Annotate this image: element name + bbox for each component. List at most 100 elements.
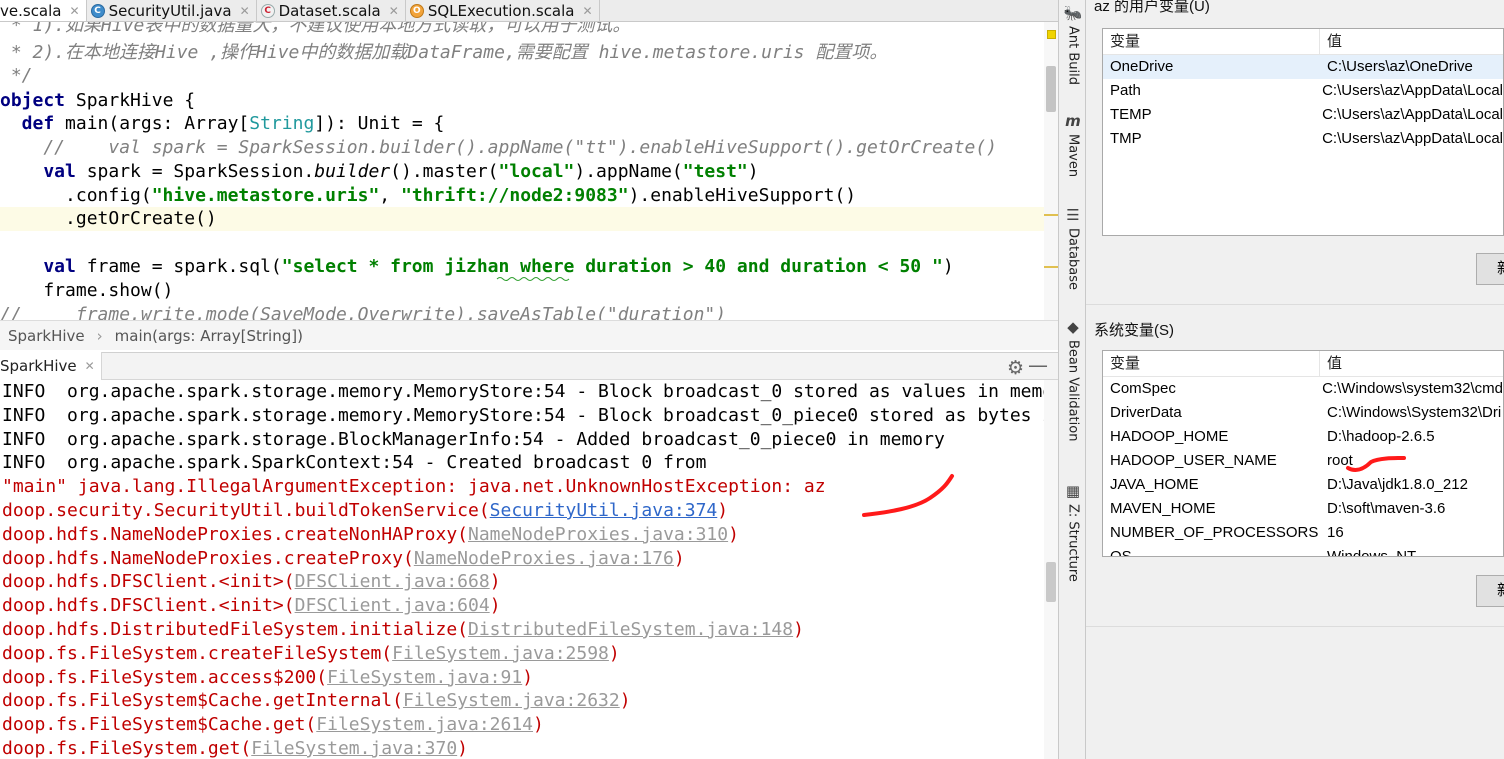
source-link[interactable]: NameNodeProxies.java:310 xyxy=(468,524,728,545)
close-icon[interactable]: ✕ xyxy=(70,4,80,18)
breadcrumb: SparkHive › main(args: Array[String]) xyxy=(0,320,1058,350)
env-var-row[interactable]: ComSpec C:\Windows\system32\cmd xyxy=(1103,377,1503,401)
chevron-right-icon: › xyxy=(96,326,103,345)
tool-bean-validation[interactable]: ◆ Bean Validation xyxy=(1059,318,1087,441)
tab-label: SQLExecution.scala xyxy=(427,1,575,20)
stack-method: doop.hdfs.NameNodeProxies.createProxy( xyxy=(2,547,414,569)
stack-paren: ) xyxy=(608,642,620,664)
tool-label: Database xyxy=(1065,228,1081,291)
code-editor[interactable]: * 1).如果Hive表中的数据量大，不建议使用本地方式读取，可以用于测试。 *… xyxy=(0,22,1044,320)
env-var-value: C:\Windows\system32\cmd xyxy=(1322,380,1503,397)
new-user-var-button[interactable]: 新 xyxy=(1476,253,1504,285)
tab-dataset-scala[interactable]: C Dataset.scala ✕ xyxy=(257,0,406,21)
source-link[interactable]: DFSClient.java:668 xyxy=(295,571,490,592)
warning-marker[interactable] xyxy=(1047,30,1056,39)
env-var-name: ComSpec xyxy=(1110,380,1176,397)
column-header-variable[interactable]: 变量 xyxy=(1103,29,1320,54)
run-tab-label: SparkHive xyxy=(0,357,77,375)
new-system-var-button[interactable]: 新 xyxy=(1476,575,1504,607)
env-var-name: MAVEN_HOME xyxy=(1110,500,1216,517)
java-class-icon: C xyxy=(90,3,105,18)
tool-structure[interactable]: ▦ Z: Structure xyxy=(1059,482,1087,582)
column-header-value[interactable]: 值 xyxy=(1320,351,1342,376)
env-var-name: OneDrive xyxy=(1110,58,1174,75)
stack-method: doop.hdfs.DFSClient.<init>( xyxy=(2,595,295,617)
maven-icon: m xyxy=(1065,112,1081,130)
source-link[interactable]: FileSystem.java:2632 xyxy=(403,690,620,711)
code-text: ).enableHiveSupport() xyxy=(628,185,857,206)
close-icon[interactable]: ✕ xyxy=(240,4,250,18)
close-icon[interactable]: ✕ xyxy=(389,4,399,18)
close-icon[interactable]: ✕ xyxy=(85,359,95,373)
close-icon[interactable]: ✕ xyxy=(583,4,593,18)
code-text: builder xyxy=(314,161,391,182)
scrollbar-thumb[interactable] xyxy=(1046,66,1056,112)
breadcrumb-item[interactable]: SparkHive xyxy=(8,327,85,345)
stack-frame: doop.hdfs.DistributedFileSystem.initiali… xyxy=(2,618,804,642)
divider xyxy=(1086,304,1504,305)
env-var-row[interactable]: Path C:\Users\az\AppData\Local xyxy=(1103,79,1503,103)
code-line: val spark = SparkSession.builder().maste… xyxy=(0,160,758,184)
red-annotation-stroke xyxy=(862,474,954,517)
bean-validation-icon: ◆ xyxy=(1067,318,1079,336)
env-var-row[interactable]: JAVA_HOME D:\Java\jdk1.8.0_212 xyxy=(1103,473,1503,497)
user-variables-list[interactable]: 变量 值 OneDrive C:\Users\az\OneDrive Path C:\… xyxy=(1102,28,1504,236)
env-var-row[interactable]: OneDrive C:\Users\az\OneDrive xyxy=(1103,55,1503,79)
tool-ant-build[interactable]: 🐜 Ant Build xyxy=(1059,4,1087,85)
env-var-row[interactable]: NUMBER_OF_PROCESSORS 16 xyxy=(1103,521,1503,545)
change-marker[interactable] xyxy=(1044,214,1058,216)
system-variables-list[interactable]: 变量 值 ComSpec C:\Windows\system32\cmd Drive… xyxy=(1102,350,1504,557)
tab-securityutil-java[interactable]: C SecurityUtil.java ✕ xyxy=(87,0,257,21)
column-header-variable[interactable]: 变量 xyxy=(1103,351,1320,376)
stack-method: doop.hdfs.DistributedFileSystem.initiali… xyxy=(2,619,468,640)
tab-sparkhive-scala[interactable]: ve.scala ✕ xyxy=(0,0,87,21)
editor-scrollbar[interactable] xyxy=(1044,22,1058,320)
minimize-icon[interactable]: — xyxy=(1028,353,1048,377)
string-literal: "hive.metastore.uris" xyxy=(151,185,380,206)
code-text: ().master( xyxy=(390,161,499,182)
env-var-row[interactable]: HADOOP_USER_NAME root xyxy=(1103,449,1503,473)
source-link[interactable]: DistributedFileSystem.java:148 xyxy=(468,619,793,640)
ide-window: ve.scala ✕ C SecurityUtil.java ✕ C Datas… xyxy=(0,0,1058,759)
source-link[interactable]: SecurityUtil.java:374 xyxy=(490,500,718,521)
tab-sqlexecution-scala[interactable]: O SQLExecution.scala ✕ xyxy=(406,0,600,21)
env-var-name: TMP xyxy=(1110,130,1142,147)
env-var-row[interactable]: DriverData C:\Windows\System32\Dri xyxy=(1103,401,1503,425)
scrollbar-thumb[interactable] xyxy=(1046,562,1056,602)
code-text: ).appName( xyxy=(574,161,683,182)
env-var-row[interactable]: HADOOP_HOME D:\hadoop-2.6.5 xyxy=(1103,425,1503,449)
code-line: def main(args: Array[String]): Unit = { xyxy=(0,112,445,136)
env-var-row[interactable]: TMP C:\Users\az\AppData\Local xyxy=(1103,127,1503,151)
env-var-name: JAVA_HOME xyxy=(1110,476,1199,493)
source-link[interactable]: FileSystem.java:2614 xyxy=(316,714,533,735)
stack-paren: ) xyxy=(673,547,685,569)
console-output[interactable]: INFO org.apache.spark.storage.memory.Mem… xyxy=(0,380,1044,759)
gear-icon[interactable]: ⚙ xyxy=(1007,357,1024,379)
console-scrollbar[interactable] xyxy=(1044,380,1058,759)
code-line: val frame = spark.sql("select * from jiz… xyxy=(0,255,953,279)
stack-frame: doop.hdfs.NameNodeProxies.createProxy(Na… xyxy=(2,547,685,571)
tool-maven[interactable]: m Maven xyxy=(1059,112,1087,177)
env-var-row[interactable]: TEMP C:\Users\az\AppData\Local xyxy=(1103,103,1503,127)
breadcrumb-item[interactable]: main(args: Array[String]) xyxy=(115,327,303,345)
source-link[interactable]: FileSystem.java:2598 xyxy=(392,643,609,664)
list-header: 变量 值 xyxy=(1103,351,1503,377)
env-var-row[interactable]: MAVEN_HOME D:\soft\maven-3.6 xyxy=(1103,497,1503,521)
tool-database[interactable]: ☰ Database xyxy=(1059,206,1087,290)
env-var-row[interactable]: OS Windows_NT xyxy=(1103,545,1503,556)
stack-frame: doop.fs.FileSystem$Cache.get(FileSystem.… xyxy=(2,713,544,737)
keyword: object xyxy=(0,90,66,111)
string-literal: "thrift://node2:9083" xyxy=(400,185,629,206)
log-line: INFO org.apache.spark.storage.memory.Mem… xyxy=(2,405,1044,426)
change-marker[interactable] xyxy=(1044,266,1058,268)
env-var-value: 16 xyxy=(1327,524,1344,541)
source-link[interactable]: FileSystem.java:91 xyxy=(327,667,522,688)
stack-paren: ) xyxy=(489,571,501,593)
tab-run-sparkhive[interactable]: SparkHive ✕ xyxy=(0,352,102,380)
source-link[interactable]: NameNodeProxies.java:176 xyxy=(414,548,674,569)
source-link[interactable]: FileSystem.java:370 xyxy=(251,738,457,759)
source-link[interactable]: DFSClient.java:604 xyxy=(295,595,490,616)
env-var-name: HADOOP_USER_NAME xyxy=(1110,452,1277,469)
stack-paren: ) xyxy=(717,500,729,521)
column-header-value[interactable]: 值 xyxy=(1320,29,1342,54)
